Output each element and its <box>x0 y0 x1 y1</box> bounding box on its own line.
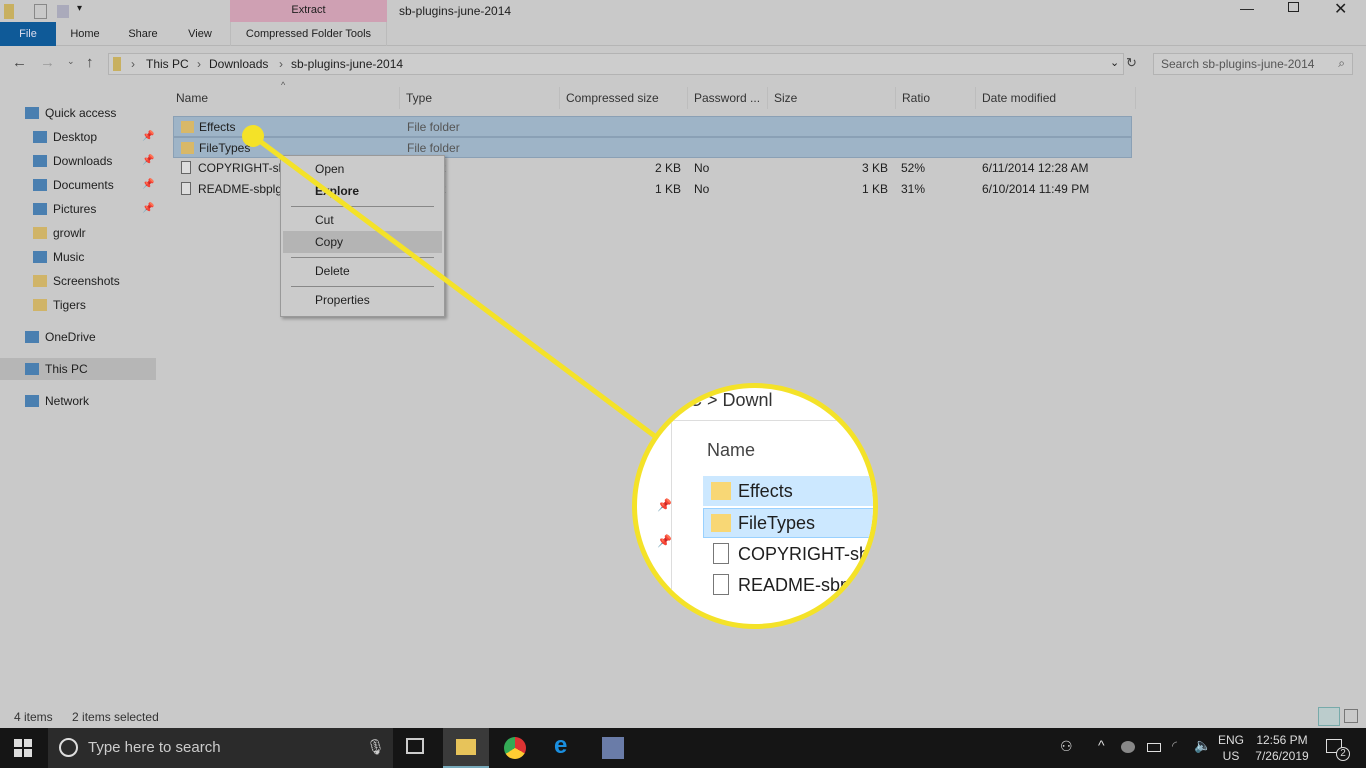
folder-icon <box>711 482 731 500</box>
taskbar-search-box[interactable]: Type here to search 🎙 <box>48 728 393 768</box>
microphone-icon[interactable]: 🎙 <box>366 728 385 768</box>
show-hidden-icons[interactable]: ^ <box>1098 737 1105 753</box>
pin-icon: 📌 <box>657 534 672 548</box>
magnified-name-header: Name <box>707 440 756 460</box>
magnified-row: README-sbpl <box>738 575 855 595</box>
document-icon <box>713 574 729 595</box>
network-error-icon[interactable] <box>1121 741 1135 753</box>
battery-icon[interactable] <box>1147 743 1161 752</box>
notification-count: 2 <box>1336 747 1350 761</box>
magnified-row: COPYRIGHT-sb <box>738 544 870 564</box>
volume-icon[interactable]: 🔈 <box>1194 737 1211 754</box>
selection-count: 2 items selected <box>72 710 159 724</box>
magnifier-callout: PC > Downl Name Effects FileTypes COPYRI… <box>632 383 878 629</box>
chrome-icon[interactable] <box>504 737 526 759</box>
language-indicator[interactable]: ENG US <box>1218 732 1244 764</box>
item-count: 4 items <box>14 710 53 724</box>
callout-dot <box>242 125 264 147</box>
taskbar: Type here to search 🎙 e ⚇ ^ ◜ 🔈 ENG US 12… <box>0 728 1366 768</box>
callout-line <box>251 133 662 443</box>
magnified-row: Effects <box>738 481 793 501</box>
magnified-breadcrumb: PC > Downl <box>677 390 773 410</box>
edge-icon[interactable]: e <box>554 732 567 760</box>
app-icon[interactable] <box>602 737 624 759</box>
file-explorer-taskbar-icon[interactable] <box>443 728 489 768</box>
pin-icon: 📌 <box>657 498 672 512</box>
people-icon[interactable]: ⚇ <box>1060 738 1073 755</box>
task-view-icon[interactable] <box>406 738 424 754</box>
magnified-row: FileTypes <box>738 513 816 533</box>
start-button[interactable] <box>14 739 32 757</box>
folder-icon <box>711 514 731 532</box>
large-icons-view-button[interactable] <box>1344 709 1358 723</box>
cortana-icon <box>59 738 78 757</box>
document-icon <box>713 543 729 564</box>
clock[interactable]: 12:56 PM 7/26/2019 <box>1252 732 1312 764</box>
status-bar: 4 items 2 items selected <box>0 706 1366 728</box>
wifi-icon[interactable]: ◜ <box>1172 738 1177 754</box>
details-view-button[interactable] <box>1318 707 1340 726</box>
